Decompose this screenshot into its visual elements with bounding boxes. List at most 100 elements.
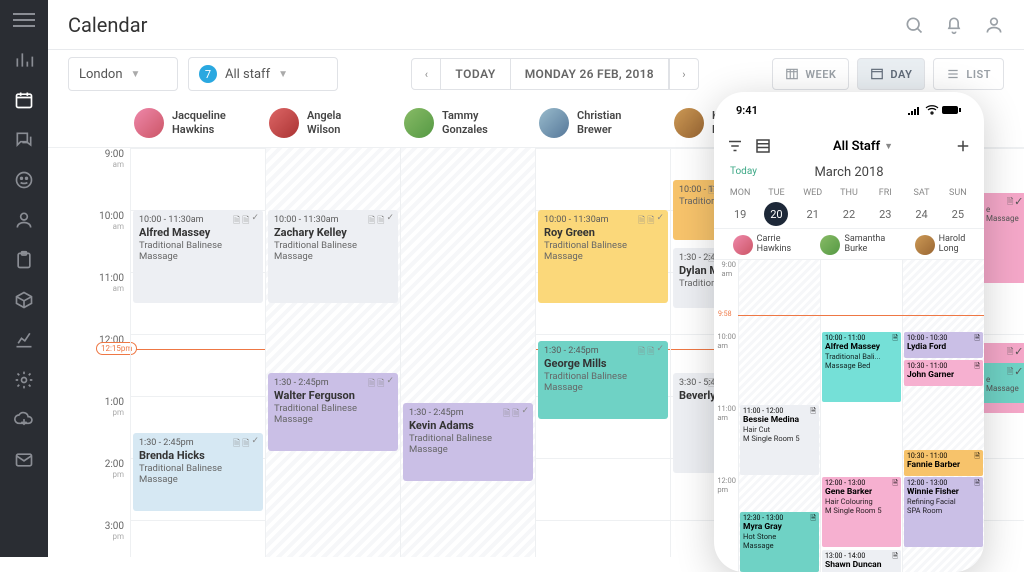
side-nav-rail <box>0 0 48 557</box>
phone-event[interactable]: 🗎10:30 - 11:00John Garner <box>904 360 983 386</box>
phone-dow-label: SAT <box>910 188 934 198</box>
phone-day-cell[interactable]: 25 <box>946 202 970 226</box>
analytics-icon[interactable] <box>12 48 36 72</box>
staff-count-badge: 7 <box>199 65 217 83</box>
phone-dow-label: THU <box>837 188 861 198</box>
phone-event[interactable]: 🗎10:30 - 11:00Fannie Barber <box>904 450 983 476</box>
calendar-event[interactable]: 🗎🗎✓1:30 - 2:45pmKevin AdamsTraditional B… <box>403 403 533 481</box>
phone-dow-label: FRI <box>873 188 897 198</box>
phone-event[interactable]: 🗎12:00 - 13:00Winnie FisherRefining Faci… <box>904 477 983 547</box>
prev-day-button[interactable]: ‹ <box>411 58 441 90</box>
messages-icon[interactable] <box>12 128 36 152</box>
phone-event[interactable]: 🗎12:00 - 13:00Gene BarkerHair ColouringM… <box>822 477 901 547</box>
phone-day-cell[interactable]: 24 <box>910 202 934 226</box>
phone-grid-col[interactable]: 🗎10:00 - 11:00Alfred MasseyTraditional B… <box>820 260 902 572</box>
phone-event[interactable]: 🗎10:00 - 10:30Lydia Ford <box>904 332 983 358</box>
phone-month-label: March 2018 <box>814 165 883 180</box>
overflow-column: 🗎 ✓e Massage🗎 ✓🗎 ✓e Massage <box>984 148 1024 558</box>
overflow-event[interactable]: 🗎 ✓e Massage <box>984 363 1024 403</box>
phone-day-cell[interactable]: 21 <box>801 202 825 226</box>
phone-grid-col[interactable]: 🗎11:00 - 12:00Bessie MedinaHair CutM Sin… <box>738 260 820 572</box>
phone-day-cell[interactable]: 20 <box>764 202 788 226</box>
calendar-event[interactable]: 🗎🗎✓10:00 - 11:30amZachary KelleyTraditio… <box>268 210 398 303</box>
filter-icon[interactable] <box>726 137 744 155</box>
current-date-label: MONDAY 26 FEB, 2018 <box>511 58 669 90</box>
topbar-actions <box>904 15 1004 35</box>
bell-icon[interactable] <box>944 15 964 35</box>
calendar-event[interactable]: 🗎🗎✓10:00 - 11:30amAlfred MasseyTradition… <box>133 210 263 303</box>
grid-col[interactable]: 🗎🗎✓10:00 - 11:30amAlfred MasseyTradition… <box>130 148 265 557</box>
view-week-button[interactable]: WEEK <box>772 58 849 90</box>
grid-col[interactable]: 🗎🗎✓10:00 - 11:30amZachary KelleyTraditio… <box>265 148 400 557</box>
toolbar: London ▼ 7 All staff ▼ ‹ TODAY MONDAY 26… <box>48 50 1024 98</box>
mail-icon[interactable] <box>12 448 36 472</box>
wifi-icon <box>925 105 939 115</box>
signal-icon <box>908 105 922 115</box>
page-title: Calendar <box>68 13 147 37</box>
phone-title[interactable]: All Staff ▼ <box>833 139 893 154</box>
calendar-event[interactable]: 🗎🗎✓1:30 - 2:45pmGeorge MillsTraditional … <box>538 341 668 419</box>
calendar-event[interactable]: 🗎🗎✓1:30 - 2:45pmBrenda HicksTraditional … <box>133 433 263 511</box>
phone-mock: 9:41 All Staff ▼ Today March 2018 MON TUE… <box>714 92 984 572</box>
location-value: London <box>79 67 123 82</box>
phone-now-line: 9:58 <box>738 315 984 316</box>
phone-staff-item[interactable]: HaroldLong <box>915 235 966 255</box>
chevron-down-icon: ▼ <box>278 69 288 80</box>
staff-filter-dropdown[interactable]: 7 All staff ▼ <box>188 57 338 91</box>
main-panel: Calendar London ▼ 7 All staff ▼ ‹ TODAY … <box>48 0 1024 557</box>
menu-icon[interactable] <box>12 8 36 32</box>
staff-header-item[interactable]: TammyGonzales <box>400 98 535 147</box>
package-icon[interactable] <box>12 288 36 312</box>
chevron-down-icon: ▼ <box>131 69 141 80</box>
phone-clock: 9:41 <box>736 104 758 117</box>
phone-day-cell[interactable]: 22 <box>837 202 861 226</box>
chart-line-icon[interactable] <box>12 328 36 352</box>
phone-day-cell[interactable]: 23 <box>873 202 897 226</box>
calendar-icon[interactable] <box>12 88 36 112</box>
phone-dow-label: TUE <box>764 188 788 198</box>
calendar-event[interactable]: 🗎🗎✓1:30 - 2:45pmWalter FergusonTradition… <box>268 373 398 451</box>
topbar: Calendar <box>48 0 1024 50</box>
staff-header-item[interactable]: AngelaWilson <box>265 98 400 147</box>
phone-staff-item[interactable]: SamanthaBurke <box>820 235 885 255</box>
cloud-download-icon[interactable] <box>12 408 36 432</box>
phone-today-link[interactable]: Today <box>730 166 757 177</box>
chevron-down-icon: ▼ <box>884 141 893 152</box>
today-button[interactable]: TODAY <box>441 58 510 90</box>
phone-dow-row: MON TUE WED THU FRI SAT SUN <box>714 186 984 200</box>
phone-event[interactable]: 🗎12:30 - 13:00Myra GrayHot StoneMassage <box>740 512 819 572</box>
next-day-button[interactable]: › <box>669 58 699 90</box>
phone-event[interactable]: 🗎10:00 - 11:00Alfred MasseyTraditional B… <box>822 332 901 402</box>
phone-grid-col[interactable]: 🗎10:00 - 10:30Lydia Ford🗎10:30 - 11:00Jo… <box>902 260 984 572</box>
phone-day-cell[interactable]: 19 <box>728 202 752 226</box>
battery-icon <box>942 105 962 115</box>
phone-dow-label: SUN <box>946 188 970 198</box>
phone-event[interactable]: 🗎13:00 - 14:00Shawn Duncan <box>822 550 901 572</box>
staff-filter-value: All staff <box>225 67 270 82</box>
view-day-button[interactable]: DAY <box>857 58 925 90</box>
location-dropdown[interactable]: London ▼ <box>68 57 178 91</box>
phone-day-row: 19 20 21 22 23 24 25 <box>714 200 984 228</box>
phone-dow-label: WED <box>801 188 825 198</box>
grid-col[interactable]: 🗎🗎✓1:30 - 2:45pmKevin AdamsTraditional B… <box>400 148 535 557</box>
phone-dow-label: MON <box>728 188 752 198</box>
face-icon[interactable] <box>12 168 36 192</box>
staff-header-item[interactable]: JacquelineHawkins <box>130 98 265 147</box>
search-icon[interactable] <box>904 15 924 35</box>
phone-event[interactable]: 🗎11:00 - 12:00Bessie MedinaHair CutM Sin… <box>740 405 819 475</box>
settings-icon[interactable] <box>12 368 36 392</box>
phone-calendar-grid: 9:00am 10:00am 11:00am 12:00pm 9:58 🗎11:… <box>714 259 984 572</box>
add-icon[interactable] <box>954 137 972 155</box>
list-view-icon[interactable] <box>754 137 772 155</box>
phone-staff-item[interactable]: CarrieHawkins <box>733 235 791 255</box>
staff-header-item[interactable]: ChristianBrewer <box>535 98 670 147</box>
clipboard-icon[interactable] <box>12 248 36 272</box>
profile-icon[interactable] <box>984 15 1004 35</box>
overflow-event[interactable]: 🗎 ✓e Massage <box>984 193 1024 283</box>
grid-col[interactable]: 🗎🗎✓10:00 - 11:30amRoy GreenTraditional B… <box>535 148 670 557</box>
calendar-event[interactable]: 🗎🗎✓10:00 - 11:30amRoy GreenTraditional B… <box>538 210 668 303</box>
view-list-button[interactable]: LIST <box>933 58 1004 90</box>
user-icon[interactable] <box>12 208 36 232</box>
phone-header: All Staff ▼ <box>714 128 984 164</box>
phone-staff-row: CarrieHawkins SamanthaBurke HaroldLong <box>714 228 984 259</box>
